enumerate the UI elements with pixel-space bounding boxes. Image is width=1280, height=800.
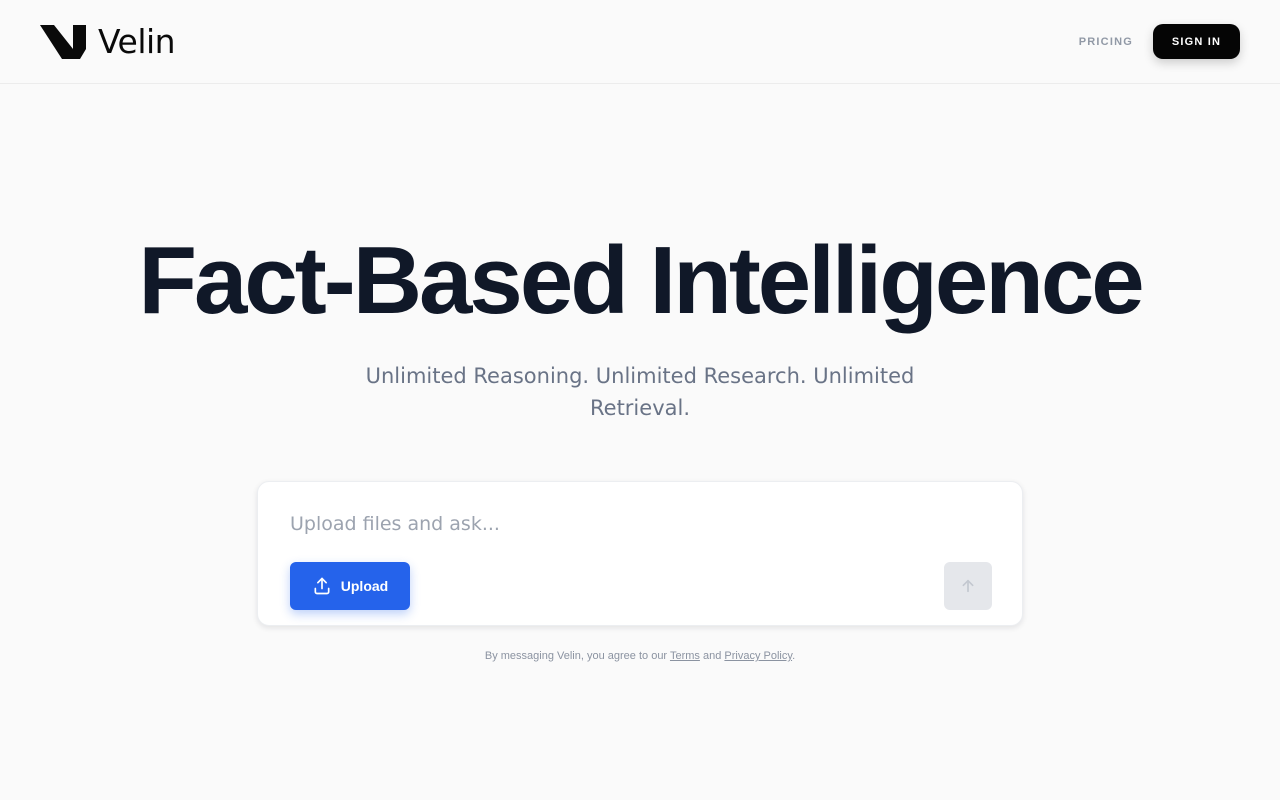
header-nav: PRICING SIGN IN xyxy=(1079,24,1240,59)
disclaimer-prefix: By messaging Velin, you agree to our xyxy=(484,650,668,662)
nav-pricing-link[interactable]: PRICING xyxy=(1079,36,1133,48)
sign-in-button[interactable]: SIGN IN xyxy=(1153,24,1240,59)
velin-logo-icon xyxy=(40,24,86,59)
hero-subtitle: Unlimited Reasoning. Unlimited Research.… xyxy=(365,364,915,420)
arrow-up-icon xyxy=(962,579,974,593)
terms-disclaimer: By messaging Velin, you agree to our Ter… xyxy=(0,650,1280,662)
brand-name: Velin xyxy=(98,22,176,61)
upload-button[interactable]: Upload xyxy=(290,562,410,610)
terms-link[interactable]: Terms xyxy=(670,650,700,662)
brand-logo-link[interactable]: Velin xyxy=(40,22,176,61)
upload-button-label: Upload xyxy=(340,578,389,594)
prompt-input[interactable] xyxy=(290,508,990,540)
upload-icon xyxy=(314,577,330,595)
send-button[interactable] xyxy=(944,562,992,610)
hero-title: Fact-Based Intelligence xyxy=(138,227,1144,334)
disclaimer-suffix: . xyxy=(792,650,796,662)
prompt-composer: Upload xyxy=(257,481,1023,626)
top-nav-bar: Velin PRICING SIGN IN xyxy=(0,0,1280,84)
disclaimer-and: and xyxy=(702,650,722,662)
privacy-policy-link[interactable]: Privacy Policy xyxy=(724,650,792,662)
